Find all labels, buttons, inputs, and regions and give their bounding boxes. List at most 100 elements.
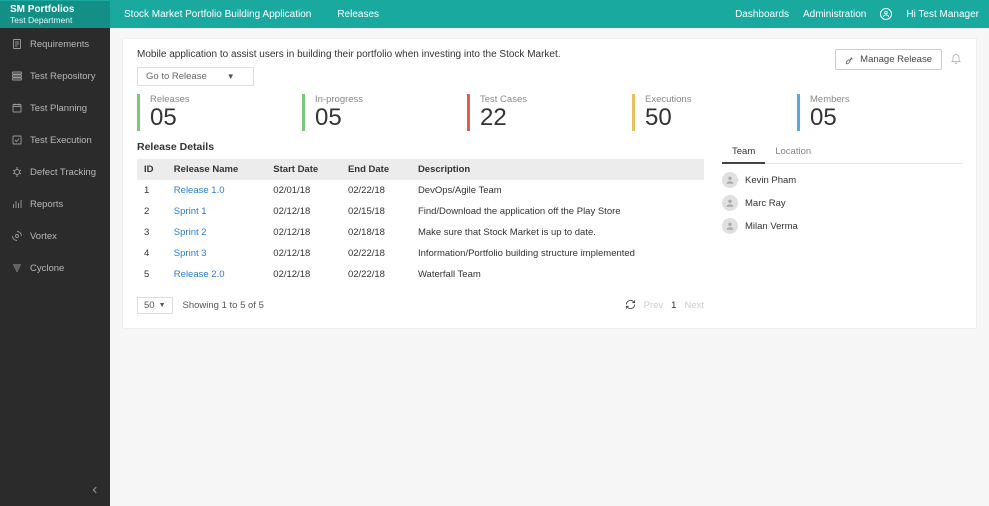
sidebar-item-label: Test Repository — [30, 71, 95, 82]
cell-end: 02/15/18 — [341, 201, 411, 222]
stat-members: Members 05 — [797, 94, 962, 131]
chevron-left-icon — [90, 485, 100, 495]
manage-release-button[interactable]: Manage Release — [835, 49, 942, 70]
member-item[interactable]: Milan Verma — [722, 218, 962, 234]
release-link[interactable]: Sprint 1 — [174, 206, 207, 217]
col-start[interactable]: Start Date — [266, 159, 341, 180]
right-tabs: Team Location — [722, 141, 962, 164]
project-description: Mobile application to assist users in bu… — [137, 49, 561, 60]
cell-start: 02/01/18 — [266, 180, 341, 201]
page-size-select[interactable]: 50 ▼ — [137, 297, 173, 314]
sidebar-item-defect[interactable]: Defect Tracking — [0, 156, 110, 188]
tab-location[interactable]: Location — [765, 141, 821, 163]
tab-team[interactable]: Team — [722, 141, 765, 164]
nav-dashboards[interactable]: Dashboards — [735, 9, 789, 20]
cell-id: 5 — [137, 264, 167, 285]
sidebar-item-execution[interactable]: Test Execution — [0, 124, 110, 156]
topbar-left: SM Portfolios Test Department Stock Mark… — [0, 0, 391, 28]
app-name: Stock Market Portfolio Building Applicat… — [110, 9, 325, 20]
cell-desc: Make sure that Stock Market is up to dat… — [411, 222, 704, 243]
table-row[interactable]: 4Sprint 302/12/1802/22/18Information/Por… — [137, 243, 704, 264]
release-link[interactable]: Release 1.0 — [174, 185, 225, 196]
bell-icon[interactable] — [950, 52, 962, 67]
sidebar-item-vortex[interactable]: Vortex — [0, 220, 110, 252]
table-row[interactable]: 2Sprint 102/12/1802/15/18Find/Download t… — [137, 201, 704, 222]
col-name[interactable]: Release Name — [167, 159, 266, 180]
sidebar-item-label: Defect Tracking — [30, 167, 96, 178]
avatar — [722, 195, 738, 211]
stat-value: 05 — [810, 105, 962, 131]
refresh-icon[interactable] — [625, 299, 636, 313]
cell-end: 02/22/18 — [341, 243, 411, 264]
member-name: Milan Verma — [745, 221, 798, 232]
cell-start: 02/12/18 — [266, 243, 341, 264]
table-row[interactable]: 5Release 2.002/12/1802/22/18Waterfall Te… — [137, 264, 704, 285]
sidebar-item-repository[interactable]: Test Repository — [0, 60, 110, 92]
sidebar-item-reports[interactable]: Reports — [0, 188, 110, 220]
release-details-section: Release Details ID Release Name Start Da… — [137, 141, 704, 314]
pager-row: 50 ▼ Showing 1 to 5 of 5 Prev 1 Next — [137, 297, 704, 314]
topbar: SM Portfolios Test Department Stock Mark… — [0, 0, 989, 28]
main-content: Mobile application to assist users in bu… — [110, 28, 989, 506]
member-item[interactable]: Kevin Pham — [722, 172, 962, 188]
stat-inprogress: In-progress 05 — [302, 94, 467, 131]
sidebar-item-requirements[interactable]: Requirements — [0, 28, 110, 60]
wrench-icon — [845, 55, 855, 65]
release-link[interactable]: Sprint 3 — [174, 248, 207, 259]
toolbar-row: Mobile application to assist users in bu… — [137, 49, 962, 86]
sidebar-item-label: Test Planning — [30, 103, 87, 114]
col-id[interactable]: ID — [137, 159, 167, 180]
stats-row: Releases 05 In-progress 05 Test Cases 22… — [137, 94, 962, 131]
content-card: Mobile application to assist users in bu… — [122, 38, 977, 329]
defect-icon — [11, 166, 23, 178]
stat-releases: Releases 05 — [137, 94, 302, 131]
member-name: Marc Ray — [745, 198, 786, 209]
sidebar-item-label: Requirements — [30, 39, 89, 50]
col-desc[interactable]: Description — [411, 159, 704, 180]
cell-name: Release 1.0 — [167, 180, 266, 201]
sidebar-collapse[interactable] — [0, 477, 110, 506]
goto-release-label: Go to Release — [146, 71, 207, 82]
cell-end: 02/22/18 — [341, 180, 411, 201]
portfolio-badge[interactable]: SM Portfolios Test Department — [0, 1, 110, 28]
nav-administration[interactable]: Administration — [803, 9, 866, 20]
cell-desc: Information/Portfolio building structure… — [411, 243, 704, 264]
pager-current: 1 — [671, 300, 676, 311]
pager-prev[interactable]: Prev — [644, 300, 664, 311]
cell-desc: Find/Download the application off the Pl… — [411, 201, 704, 222]
cell-start: 02/12/18 — [266, 222, 341, 243]
sidebar-item-label: Cyclone — [30, 263, 64, 274]
pager-next[interactable]: Next — [684, 300, 704, 311]
member-name: Kevin Pham — [745, 175, 796, 186]
release-link[interactable]: Release 2.0 — [174, 269, 225, 280]
cell-name: Sprint 3 — [167, 243, 266, 264]
stat-executions: Executions 50 — [632, 94, 797, 131]
portfolio-subtitle: Test Department — [10, 15, 100, 25]
table-row[interactable]: 3Sprint 202/12/1802/18/18Make sure that … — [137, 222, 704, 243]
user-greeting[interactable]: Hi Test Manager — [906, 9, 979, 20]
table-row[interactable]: 1Release 1.002/01/1802/22/18DevOps/Agile… — [137, 180, 704, 201]
release-details-title: Release Details — [137, 141, 704, 153]
member-list: Kevin Pham Marc Ray Milan Verma — [722, 172, 962, 234]
cell-name: Release 2.0 — [167, 264, 266, 285]
manage-release-label: Manage Release — [860, 54, 932, 65]
topbar-right: Dashboards Administration Hi Test Manage… — [735, 0, 989, 28]
col-end[interactable]: End Date — [341, 159, 411, 180]
execution-icon — [11, 134, 23, 146]
stat-value: 22 — [480, 105, 632, 131]
stat-value: 05 — [315, 105, 467, 131]
goto-release-select[interactable]: Go to Release ▼ — [137, 67, 254, 86]
release-link[interactable]: Sprint 2 — [174, 227, 207, 238]
cyclone-icon — [11, 262, 23, 274]
release-table: ID Release Name Start Date End Date Desc… — [137, 159, 704, 285]
sidebar-item-cyclone[interactable]: Cyclone — [0, 252, 110, 284]
cell-name: Sprint 1 — [167, 201, 266, 222]
sidebar-item-planning[interactable]: Test Planning — [0, 92, 110, 124]
user-icon[interactable] — [880, 8, 892, 20]
tab-releases[interactable]: Releases — [325, 9, 391, 20]
table-header-row: ID Release Name Start Date End Date Desc… — [137, 159, 704, 180]
cell-end: 02/22/18 — [341, 264, 411, 285]
member-item[interactable]: Marc Ray — [722, 195, 962, 211]
cell-end: 02/18/18 — [341, 222, 411, 243]
cell-id: 2 — [137, 201, 167, 222]
